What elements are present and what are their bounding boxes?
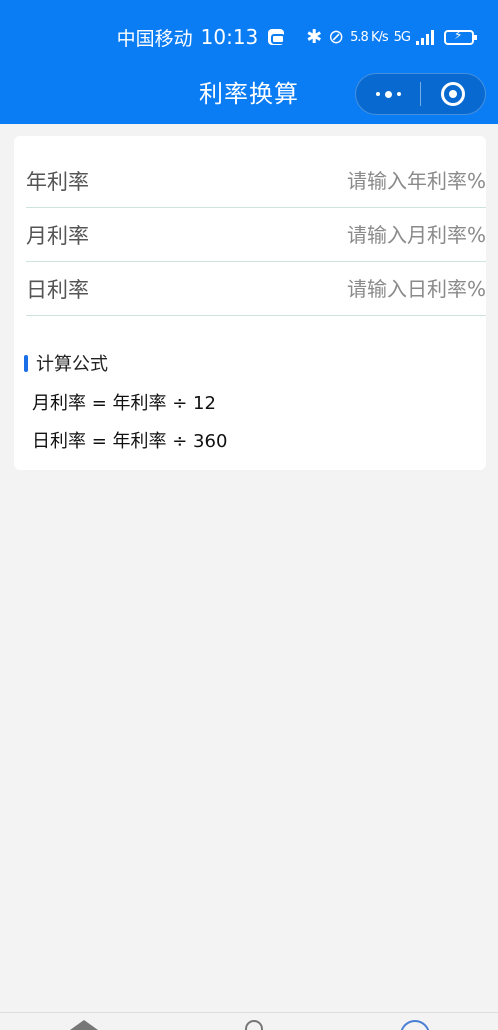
daily-rate-row: 日利率 bbox=[26, 262, 486, 316]
mini-program-capsule bbox=[355, 73, 486, 115]
status-time: 10:13 bbox=[200, 25, 259, 49]
formula-accent-bar bbox=[24, 354, 28, 372]
network-type: 5G bbox=[393, 29, 411, 45]
message-icon bbox=[268, 29, 286, 45]
rate-card: 年利率 月利率 日利率 bbox=[14, 136, 486, 470]
daily-rate-label: 日利率 bbox=[26, 277, 89, 302]
carrier-name: 中国移动 bbox=[116, 27, 193, 50]
net-speed: 5.8 K/s bbox=[350, 30, 388, 45]
annual-rate-row: 年利率 bbox=[26, 154, 486, 208]
formula-title: 计算公式 bbox=[24, 350, 108, 376]
mute-icon: ⊘ bbox=[328, 26, 345, 48]
net-speed-value: 5.8 bbox=[350, 29, 369, 45]
home-icon[interactable] bbox=[70, 1020, 98, 1030]
monthly-rate-row: 月利率 bbox=[26, 208, 486, 262]
status-bar: 中国移动 10:13 ✱ ⊘ 5.8 K/s 5G ⚡ bbox=[0, 20, 498, 54]
bluetooth-icon: ✱ bbox=[306, 26, 323, 48]
battery-icon: ⚡ bbox=[444, 28, 477, 45]
annual-rate-input[interactable] bbox=[266, 168, 486, 193]
monthly-rate-label: 月利率 bbox=[26, 223, 89, 248]
close-circle-icon[interactable] bbox=[421, 74, 485, 114]
formula-daily: 日利率 = 年利率 ÷ 360 bbox=[32, 431, 228, 452]
daily-rate-input[interactable] bbox=[266, 276, 486, 301]
header: 中国移动 10:13 ✱ ⊘ 5.8 K/s 5G ⚡ 利率换算 bbox=[0, 0, 498, 124]
annual-rate-label: 年利率 bbox=[26, 169, 89, 194]
signal-icon bbox=[416, 29, 434, 45]
monthly-rate-input[interactable] bbox=[266, 222, 486, 247]
formula-title-text: 计算公式 bbox=[36, 354, 108, 375]
more-dots-icon[interactable] bbox=[356, 74, 420, 114]
formula-monthly: 月利率 = 年利率 ÷ 12 bbox=[32, 393, 216, 414]
net-speed-unit: K/s bbox=[370, 29, 389, 45]
